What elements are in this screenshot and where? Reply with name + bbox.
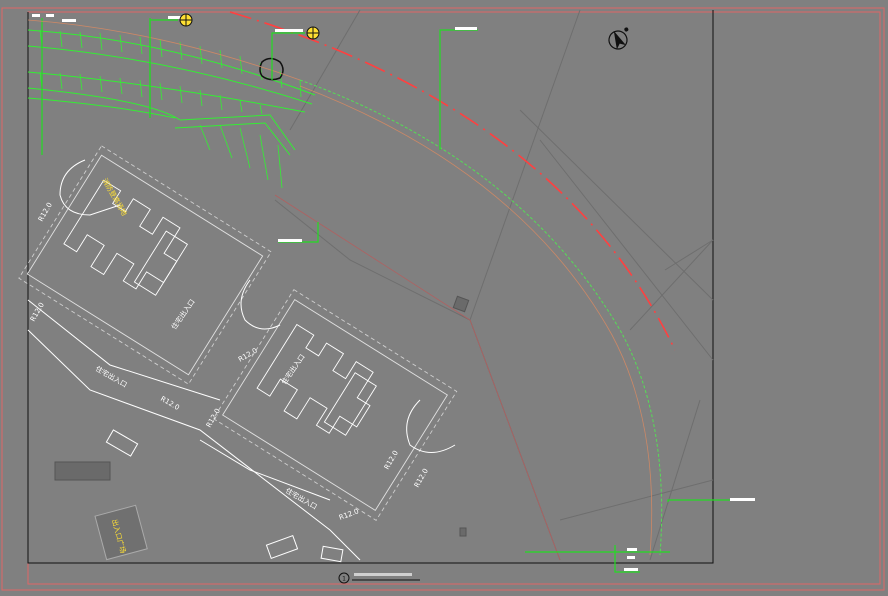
callout-marker-icon — [179, 13, 193, 27]
radius-label: R12.0 — [338, 507, 360, 522]
building-block-1 — [18, 145, 272, 385]
minor-structures — [54, 295, 470, 537]
radius-label: R12.0 — [383, 449, 400, 471]
road-centerline-red — [229, 11, 676, 351]
viewport-border — [27, 10, 714, 564]
cad-site-plan: 住宅出入口 住宅出入口 住宅出入口 住宅出入口 R12.0 R12.0 R12.… — [0, 0, 888, 592]
road-edge-green — [299, 79, 663, 556]
title-marker-number: 1 — [342, 576, 346, 583]
entrance-label: 住宅出入口 — [169, 297, 196, 331]
north-arrow-icon — [608, 27, 629, 50]
parking-leaders — [41, 18, 151, 155]
radius-label: R12.0 — [159, 395, 181, 412]
radius-label: R12.0 — [413, 467, 430, 489]
yellow-labels: 消防登高场地 出入口广场 — [100, 177, 129, 555]
drawing-title: 1 — [338, 572, 420, 584]
callout-text-blocks — [32, 14, 755, 571]
outer-frame — [1, 7, 885, 591]
fire-climb-area-label: 消防登高场地 — [100, 177, 129, 218]
radius-label: R12.0 — [237, 347, 259, 364]
radius-label: R12.0 — [205, 407, 222, 429]
entrance-label: 住宅出入口 — [94, 364, 129, 389]
callout-marker-icon — [306, 26, 320, 40]
entrance-label: 住宅出入口 — [279, 352, 306, 386]
road-edge-orange — [299, 85, 653, 556]
context-lines — [274, 9, 714, 561]
site-plan-drawing: 住宅出入口 住宅出入口 住宅出入口 住宅出入口 R12.0 R12.0 R12.… — [1, 7, 885, 591]
radius-label: R12.0 — [37, 201, 54, 223]
parking-stall-ticks — [39, 29, 302, 189]
